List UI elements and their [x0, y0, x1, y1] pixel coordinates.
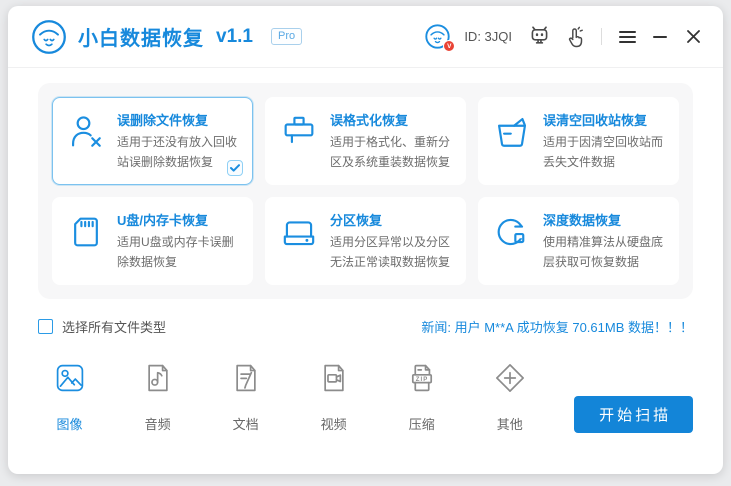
- card-partition-recovery[interactable]: 分区恢复 适用分区异常以及分区无法正常读取数据恢复: [265, 197, 466, 285]
- card-description: 使用精准算法从硬盘底层获取可恢复数据: [543, 232, 670, 272]
- app-version: v1.1: [216, 26, 253, 48]
- deep-scan-icon: [490, 209, 534, 273]
- card-description: 适用于因清空回收站而丢失文件数据: [543, 132, 670, 172]
- card-title: 误清空回收站恢复: [543, 110, 670, 129]
- type-item-audio[interactable]: 音频: [134, 361, 181, 433]
- card-title: 误格式化恢复: [330, 110, 457, 129]
- select-all-file-types[interactable]: 选择所有文件类型: [38, 317, 166, 336]
- type-item-zip[interactable]: ZIP 压缩: [398, 361, 445, 433]
- type-item-image[interactable]: 图像: [46, 361, 93, 433]
- close-button[interactable]: [683, 27, 703, 47]
- audio-file-icon: [141, 361, 175, 395]
- user-avatar[interactable]: V: [424, 23, 451, 50]
- file-types-row: 图像 音频 文档: [46, 361, 693, 433]
- filter-row: 选择所有文件类型 新闻: 用户 M**A 成功恢复 70.61MB 数据！！！: [38, 317, 693, 336]
- app-window: 小白数据恢复 v1.1 Pro V ID: 3JQI: [8, 6, 723, 474]
- pro-badge: Pro: [271, 28, 302, 45]
- type-item-document[interactable]: 文档: [222, 361, 269, 433]
- image-icon: [53, 361, 87, 395]
- card-deep-recovery[interactable]: 深度数据恢复 使用精准算法从硬盘底层获取可恢复数据: [478, 197, 679, 285]
- tap-hand-icon[interactable]: [564, 26, 586, 48]
- type-item-video[interactable]: 视频: [310, 361, 357, 433]
- news-ticker: 新闻: 用户 M**A 成功恢复 70.61MB 数据！！！: [421, 317, 693, 336]
- card-usb-sd-recovery[interactable]: U盘/内存卡恢复 适用U盘或内存卡误删除数据恢复: [52, 197, 253, 285]
- hard-drive-icon: [277, 209, 321, 273]
- title-bar: 小白数据恢复 v1.1 Pro V ID: 3JQI: [8, 6, 723, 68]
- type-label: 其他: [497, 414, 523, 433]
- document-file-icon: [229, 361, 263, 395]
- card-format-recovery[interactable]: 误格式化恢复 适用于格式化、重新分区及系统重装数据恢复: [265, 97, 466, 185]
- zip-file-icon: ZIP: [405, 361, 439, 395]
- app-title: 小白数据恢复: [78, 22, 204, 51]
- card-title: 分区恢复: [330, 210, 457, 229]
- select-all-label: 选择所有文件类型: [62, 317, 166, 336]
- card-title: U盘/内存卡恢复: [117, 210, 244, 229]
- card-title: 误删除文件恢复: [117, 110, 244, 129]
- user-id-label: ID: 3JQI: [464, 29, 512, 44]
- type-label: 图像: [57, 414, 83, 433]
- card-recycle-bin-recovery[interactable]: 误清空回收站恢复 适用于因清空回收站而丢失文件数据: [478, 97, 679, 185]
- zip-icon-text: ZIP: [415, 377, 428, 383]
- type-label: 视频: [321, 414, 347, 433]
- minimize-button[interactable]: [650, 27, 670, 47]
- menu-button[interactable]: [617, 27, 637, 47]
- recovery-modes-panel: 误删除文件恢复 适用于还没有放入回收站误删除数据恢复 误格式化恢复 适用于格式化…: [38, 83, 693, 299]
- type-label: 音频: [145, 414, 171, 433]
- start-scan-button[interactable]: 开始扫描: [574, 396, 693, 433]
- type-label: 压缩: [409, 414, 435, 433]
- card-checkbox-checked[interactable]: [227, 160, 243, 176]
- card-description: 适用U盘或内存卡误删除数据恢复: [117, 232, 244, 272]
- card-deleted-file-recovery[interactable]: 误删除文件恢复 适用于还没有放入回收站误删除数据恢复: [52, 97, 253, 185]
- card-description: 适用于格式化、重新分区及系统重装数据恢复: [330, 132, 457, 172]
- app-logo-mascot-icon: [30, 18, 68, 56]
- notification-badge: V: [443, 40, 455, 52]
- card-title: 深度数据恢复: [543, 210, 670, 229]
- type-item-other[interactable]: 其他: [486, 361, 533, 433]
- title-bar-controls: V ID: 3JQI: [424, 23, 703, 50]
- divider: [601, 28, 602, 45]
- format-brush-icon: [277, 109, 321, 173]
- user-x-icon: [64, 109, 108, 173]
- app-branding: 小白数据恢复 v1.1 Pro: [30, 18, 302, 56]
- sd-card-icon: [64, 209, 108, 273]
- select-all-checkbox[interactable]: [38, 319, 53, 334]
- card-description: 适用分区异常以及分区无法正常读取数据恢复: [330, 232, 457, 272]
- type-label: 文档: [233, 414, 259, 433]
- other-plus-icon: [493, 361, 527, 395]
- video-file-icon: [317, 361, 351, 395]
- card-description: 适用于还没有放入回收站误删除数据恢复: [117, 132, 244, 172]
- empty-recycle-bin-icon: [490, 109, 534, 173]
- robot-assistant-icon[interactable]: [528, 25, 551, 48]
